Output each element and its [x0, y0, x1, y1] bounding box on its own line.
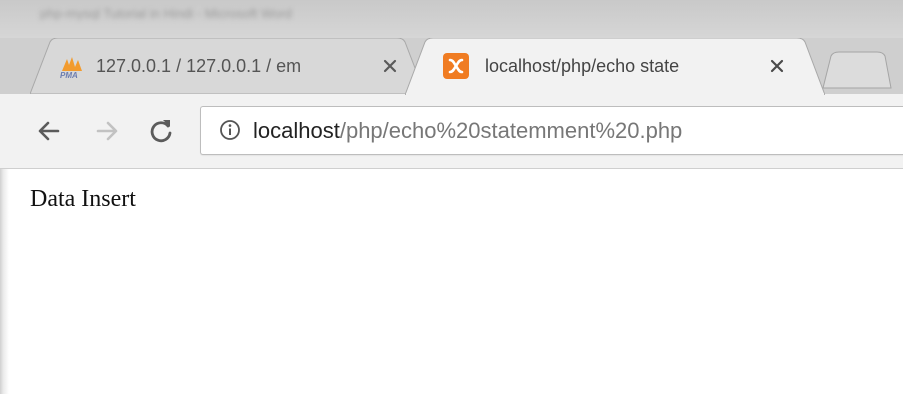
- tab-title: 127.0.0.1 / 127.0.0.1 / em: [96, 55, 302, 76]
- info-icon[interactable]: [219, 119, 241, 141]
- window-left-edge: [0, 169, 9, 394]
- browser-toolbar: localhost/php/echo%20statemment%20.php: [0, 94, 903, 169]
- tab-phpmyadmin[interactable]: PMA 127.0.0.1 / 127.0.0.1 / em: [30, 38, 425, 94]
- window-title: php-mysql Tutorial in Hindi - Microsoft …: [40, 6, 292, 20]
- url-text[interactable]: localhost/php/echo%20statemment%20.php: [253, 118, 682, 144]
- reload-icon[interactable]: [146, 116, 176, 146]
- tab-localhost[interactable]: localhost/php/echo state: [405, 38, 825, 95]
- tab-title: localhost/php/echo state: [485, 55, 680, 76]
- window-titlebar: php-mysql Tutorial in Hindi - Microsoft …: [0, 0, 903, 38]
- svg-text:PMA: PMA: [60, 71, 78, 79]
- page-content: Data Insert: [0, 169, 903, 394]
- tab-content: PMA 127.0.0.1 / 127.0.0.1 / em: [30, 38, 425, 94]
- forward-arrow-icon[interactable]: [92, 116, 122, 146]
- close-icon[interactable]: [767, 56, 787, 76]
- back-arrow-icon[interactable]: [34, 116, 64, 146]
- tab-strip: PMA 127.0.0.1 / 127.0.0.1 / em localhost…: [0, 38, 903, 95]
- address-bar[interactable]: localhost/php/echo%20statemment%20.php: [200, 106, 903, 155]
- xampp-icon: [443, 53, 469, 79]
- page-text: Data Insert: [30, 186, 136, 212]
- new-tab-button[interactable]: [815, 50, 895, 90]
- url-path: /php/echo%20statemment%20.php: [339, 118, 683, 143]
- close-icon[interactable]: [380, 56, 400, 76]
- phpmyadmin-icon: PMA: [60, 57, 82, 79]
- url-host: localhost: [253, 118, 340, 143]
- tab-content: localhost/php/echo state: [405, 38, 825, 94]
